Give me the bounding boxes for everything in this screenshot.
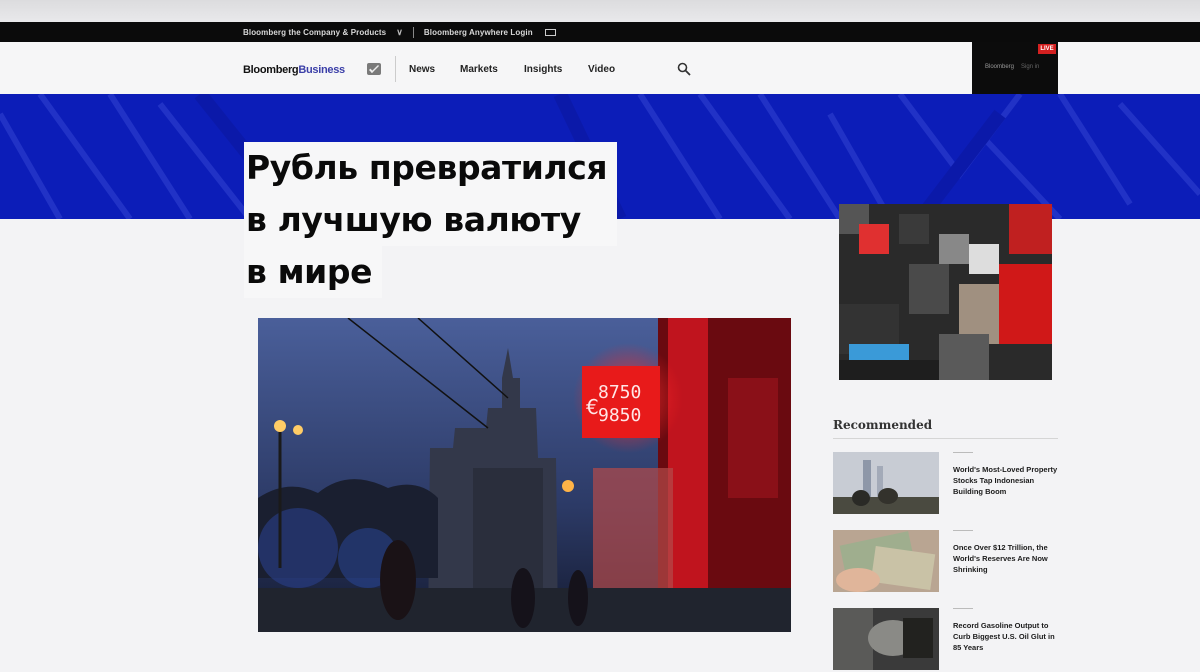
browser-screen: Bloomberg the Company & Products ∨ Bloom… bbox=[0, 0, 1200, 672]
recommended-heading: Recommended bbox=[833, 418, 933, 432]
headline-line: в мире bbox=[244, 246, 383, 298]
rate-line-1: 8750 bbox=[598, 382, 641, 403]
recommended-thumbnail[interactable] bbox=[833, 452, 939, 514]
article-headline: Рубль превратился в лучшую валюту в мире bbox=[244, 142, 618, 298]
monitor-icon bbox=[544, 28, 556, 36]
recommended-item[interactable]: Once Over $12 Trillion, the World's Rese… bbox=[833, 530, 1063, 592]
nav-link-markets[interactable]: Markets bbox=[460, 64, 498, 75]
rate-line-2: 9850 bbox=[598, 405, 641, 426]
mail-icon[interactable] bbox=[367, 63, 381, 75]
recommended-headline[interactable]: Record Gasoline Output to Curb Biggest U… bbox=[953, 620, 1061, 653]
nav-link-video[interactable]: Video bbox=[588, 64, 615, 75]
utility-bar: Bloomberg the Company & Products ∨ Bloom… bbox=[0, 22, 1200, 42]
headline-line: в лучшую валюту bbox=[244, 194, 618, 246]
search-icon[interactable] bbox=[677, 62, 691, 76]
recommended-item[interactable]: Record Gasoline Output to Curb Biggest U… bbox=[833, 608, 1063, 670]
sidebar-ad[interactable] bbox=[839, 204, 1052, 380]
recommended-item[interactable]: World's Most-Loved Property Stocks Tap I… bbox=[833, 452, 1063, 514]
divider bbox=[833, 438, 1058, 439]
recommended-thumbnail[interactable] bbox=[833, 608, 939, 670]
headline-line: Рубль превратился bbox=[244, 142, 618, 194]
anywhere-login-link[interactable]: Bloomberg Anywhere Login bbox=[424, 28, 533, 37]
recommended-thumbnail[interactable] bbox=[833, 530, 939, 592]
euro-symbol: € bbox=[586, 395, 599, 419]
live-badge[interactable]: LIVE bbox=[1038, 44, 1056, 54]
recommended-headline[interactable]: World's Most-Loved Property Stocks Tap I… bbox=[953, 464, 1061, 497]
nav-link-insights[interactable]: Insights bbox=[524, 64, 562, 75]
company-products-link[interactable]: Bloomberg the Company & Products bbox=[243, 28, 386, 37]
article-photo[interactable]: 8750 9850 € bbox=[258, 318, 791, 632]
nav-divider bbox=[395, 56, 396, 82]
divider bbox=[412, 26, 414, 38]
recommended-headline[interactable]: Once Over $12 Trillion, the World's Rese… bbox=[953, 542, 1061, 575]
chevron-down-icon[interactable]: ∨ bbox=[396, 27, 403, 38]
brand-logo[interactable]: BloombergBusiness bbox=[243, 64, 345, 76]
browser-chrome bbox=[0, 0, 1200, 22]
nav-link-news[interactable]: News bbox=[409, 64, 435, 75]
